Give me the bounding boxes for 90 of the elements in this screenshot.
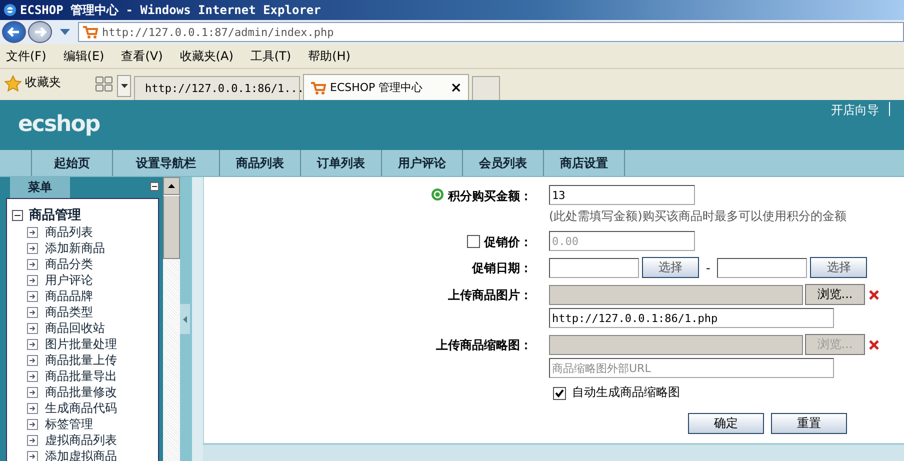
nav-tab[interactable]: 起始页 [32,150,113,176]
header-link[interactable]: 开店向导 [831,102,890,116]
field-label: 促销价： [484,234,532,251]
nav-tab[interactable]: 用户评论 [382,150,463,176]
form-button[interactable]: 确定 [688,413,764,434]
field-label: 上传商品图片： [448,287,532,304]
menu-item[interactable]: 商品类型 [45,304,93,320]
date-field[interactable] [549,258,639,278]
separator-text: - [706,260,710,274]
arrow-icon [27,338,38,350]
arrow-icon [27,402,38,414]
arrow-icon [27,370,38,382]
arrow-icon [27,258,38,270]
delete-icon[interactable] [868,338,880,350]
nav-tab[interactable]: 商店设置 [544,150,625,176]
field-label: 积分购买金额： [448,188,532,205]
arrow-icon [27,290,38,302]
menu-item[interactable]: 添加新商品 [45,240,105,256]
browse-button[interactable]: 浏览... [805,284,865,305]
select-button[interactable]: 选择 [642,257,699,278]
favorites-label[interactable]: 收藏夹 [25,74,61,91]
delete-icon[interactable] [868,288,880,300]
menu-item[interactable]: 商品列表 [45,224,93,240]
hint-text: (此处需填写金额)购买该商品时最多可以使用积分的金额 [549,208,846,225]
caret-icon [120,84,128,88]
field-label: 促销日期： [472,260,532,277]
file-field[interactable] [549,334,803,354]
menu-item[interactable]: 图片批量处理 [45,336,117,352]
menu-item[interactable]: 文件(F) [6,48,46,64]
menu-item[interactable]: 查看(V) [121,48,163,64]
dropdown-icon[interactable] [60,29,70,35]
menu-item[interactable]: 工具(T) [250,48,292,64]
address-field[interactable]: http://127.0.0.1:87/admin/index.php [78,22,904,42]
arrow-icon [27,434,38,446]
scrollbar-thumb[interactable] [163,195,180,259]
arrow-icon [27,242,38,254]
arrow-icon [27,274,38,286]
browser-tab[interactable]: http://127.0.0.1:86/1... [134,76,300,100]
cart-icon [310,80,326,94]
file-field[interactable] [549,284,803,304]
menu-group[interactable]: 商品管理 [29,206,81,224]
arrow-icon [27,386,38,398]
cart-icon [82,25,98,39]
nav-tab[interactable]: 商品列表 [220,150,301,176]
browser-icon [2,2,18,18]
nav-tab[interactable]: 订单列表 [301,150,382,176]
checkbox[interactable] [553,386,566,400]
date-field[interactable] [717,258,808,278]
close-tab-button[interactable]: × [450,80,462,96]
menu-item[interactable]: 商品品牌 [45,288,93,304]
checkbox-label: 自动生成商品缩略图 [572,384,680,401]
star-icon[interactable] [4,75,22,93]
input-field[interactable]: 13 [549,185,695,205]
arrow-icon [27,226,38,238]
tab-list-button[interactable] [117,75,131,97]
collapse-handle[interactable] [180,304,190,334]
menu-item[interactable]: 帮助(H) [308,48,350,64]
menu-item[interactable]: 标签管理 [45,416,93,432]
arrow-icon [27,306,38,318]
form-button[interactable]: 重置 [771,413,847,434]
menu-item[interactable]: 添加虚拟商品 [45,448,117,461]
forward-button[interactable] [28,21,52,43]
window-title: ECSHOP 管理中心 - Windows Internet Explorer [20,2,321,18]
menu-item[interactable]: 商品分类 [45,256,93,272]
select-button[interactable]: 选择 [810,257,868,278]
browser-tab[interactable]: ECSHOP 管理中心 × [303,74,469,100]
menu-tab[interactable]: 菜单 [10,177,70,198]
menu-item[interactable]: 商品回收站 [45,320,105,336]
collapse-icon[interactable] [12,210,23,220]
menu-item[interactable]: 收藏夹(A) [180,48,234,64]
menu-item[interactable]: 生成商品代码 [45,400,117,416]
menu-item[interactable]: 商品批量上传 [45,352,117,368]
caret-icon[interactable] [168,184,175,188]
field-label: 上传商品缩略图： [436,337,532,354]
nav-tab[interactable]: 会员列表 [463,150,544,176]
nav-tab[interactable]: 设置导航栏 [113,150,220,176]
url-field[interactable]: http://127.0.0.1:86/1.php [549,308,834,328]
menu-item[interactable]: 用户评论 [45,272,93,288]
help-icon[interactable] [431,188,444,201]
menu-item[interactable]: 商品批量修改 [45,384,117,400]
menu-item[interactable]: 编辑(E) [63,48,104,64]
tab-grid-icon[interactable] [94,74,114,94]
logo: ecshop [18,112,100,139]
back-button[interactable] [2,21,26,43]
arrow-icon [27,322,38,334]
arrow-icon [27,418,38,430]
menu-item[interactable]: 商品批量导出 [45,368,117,384]
arrow-icon [27,354,38,366]
collapse-button[interactable] [150,182,159,191]
menu-item[interactable]: 虚拟商品列表 [45,432,117,448]
